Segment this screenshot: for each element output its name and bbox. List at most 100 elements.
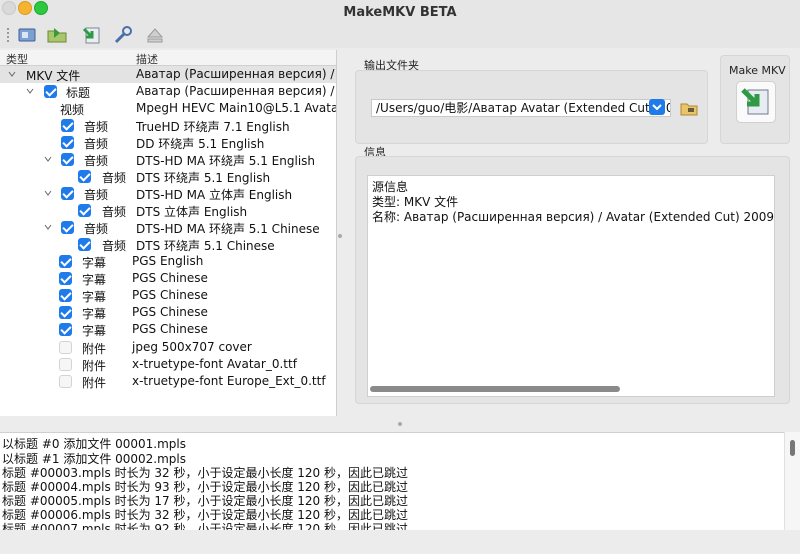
preferences-button[interactable] — [112, 25, 136, 47]
chevron-down-icon[interactable] — [44, 189, 52, 197]
track-checkbox[interactable] — [61, 153, 74, 166]
toolbar-grip — [7, 28, 9, 44]
tree-row-type: 视频 — [60, 103, 85, 117]
chevron-down-icon[interactable] — [44, 155, 52, 163]
tree-row-subtitle[interactable]: 字幕 PGS English — [0, 253, 336, 270]
track-checkbox[interactable] — [59, 272, 72, 285]
tree-row-desc: DTS 环绕声 5.1 Chinese — [136, 239, 275, 253]
scroll-thumb[interactable] — [370, 386, 620, 392]
tree-row-desc: DD 环绕声 5.1 English — [136, 137, 265, 151]
track-checkbox[interactable] — [59, 323, 72, 336]
tree-row-desc: DTS-HD MA 环绕声 5.1 English — [136, 154, 316, 168]
track-checkbox[interactable] — [59, 341, 72, 354]
tree-row-subtitle[interactable]: 字幕 PGS Chinese — [0, 304, 336, 321]
info-line: 名称: Аватар (Расширенная версия) / Avatar… — [372, 210, 775, 224]
tree-row-type: 音频 — [84, 154, 109, 168]
disc-drive-icon — [18, 28, 36, 42]
track-checkbox[interactable] — [59, 289, 72, 302]
tree-row-type: 字幕 — [82, 324, 107, 338]
track-checkbox[interactable] — [59, 375, 72, 388]
tree-row-subtitle[interactable]: 字幕 PGS Chinese — [0, 270, 336, 287]
path-dropdown-button[interactable] — [649, 99, 665, 115]
tree-row-audio-core[interactable]: 音频 DTS 立体声 English — [0, 202, 336, 219]
track-checkbox[interactable] — [61, 221, 74, 234]
browse-folder-button[interactable] — [678, 98, 700, 118]
tree-row-attachment[interactable]: 附件 x-truetype-font Avatar_0.ttf — [0, 356, 336, 373]
chevron-down-icon[interactable] — [26, 87, 34, 95]
log-vertical-scrollbar[interactable] — [784, 432, 800, 530]
tree-row-desc: x-truetype-font Avatar_0.ttf — [132, 357, 297, 371]
eject-button[interactable] — [144, 25, 168, 47]
tree-row-desc: PGS English — [132, 254, 204, 268]
track-checkbox[interactable] — [61, 187, 74, 200]
make-mkv-button[interactable] — [736, 81, 776, 123]
scroll-thumb[interactable] — [790, 440, 795, 456]
tree-row-audio[interactable]: 音频 TrueHD 环绕声 7.1 English — [0, 117, 336, 134]
tree-row-desc: TrueHD 环绕声 7.1 English — [136, 120, 290, 134]
tree-row-audio-core[interactable]: 音频 DTS 环绕声 5.1 Chinese — [0, 236, 336, 253]
tree-row-type: 字幕 — [82, 273, 107, 287]
info-group: 源信息 类型: MKV 文件 名称: Аватар (Расширенная в… — [355, 156, 790, 404]
folder-icon — [680, 103, 698, 116]
tree-row-type: MKV 文件 — [26, 69, 81, 83]
tree-row-audio-core[interactable]: 音频 DTS 环绕声 5.1 English — [0, 168, 336, 185]
tree-row-subtitle[interactable]: 字幕 PGS Chinese — [0, 321, 336, 338]
make-mkv-label: Make MKV — [729, 64, 786, 77]
track-checkbox[interactable] — [78, 238, 91, 251]
tree-row-type: 音频 — [84, 188, 109, 202]
tree-row-type: 字幕 — [82, 290, 107, 304]
info-horizontal-scrollbar[interactable] — [370, 384, 770, 392]
tree-row-desc: jpeg 500x707 cover — [132, 340, 252, 354]
output-folder-group: /Users/guo/电影/Аватар Avatar (Extended Cu… — [355, 70, 708, 144]
track-checkbox[interactable] — [61, 119, 74, 132]
chevron-down-icon[interactable] — [8, 70, 16, 78]
tree-row-type: 音频 — [102, 171, 127, 185]
tree-header: 类型 描述 — [0, 50, 336, 66]
log-view[interactable]: 以标题 #0 添加文件 00001.mpls 以标题 #1 添加文件 00002… — [0, 432, 800, 531]
track-checkbox[interactable] — [61, 136, 74, 149]
backup-button[interactable] — [80, 25, 104, 47]
tree-row-type: 附件 — [82, 342, 107, 356]
desc-column-header[interactable]: 描述 — [136, 51, 158, 67]
track-checkbox[interactable] — [59, 358, 72, 371]
title-bar: MakeMKV BETA — [0, 0, 800, 24]
tree-row-type: 附件 — [82, 359, 107, 373]
track-checkbox[interactable] — [78, 204, 91, 217]
tree-row-type: 标题 — [66, 86, 91, 100]
right-panel: 输出文件夹 /Users/guo/电影/Аватар Avatar (Exten… — [344, 50, 800, 416]
tree-row-audio[interactable]: 音频 DTS-HD MA 环绕声 5.1 Chinese — [0, 219, 336, 236]
tree-row-desc: MpegH HEVC Main10@L5.1 Avatar.200 — [136, 101, 337, 115]
track-checkbox[interactable] — [78, 170, 91, 183]
tree-row-desc: PGS Chinese — [132, 271, 208, 285]
tree-row-type: 字幕 — [82, 256, 107, 270]
type-column-header[interactable]: 类型 — [6, 51, 28, 67]
tree-row-video[interactable]: 视频 MpegH HEVC Main10@L5.1 Avatar.200 — [0, 100, 336, 117]
tree-row-mkv-file[interactable]: MKV 文件 Аватар (Расширенная версия) / Ava… — [0, 66, 336, 83]
tree-row-desc: DTS-HD MA 立体声 English — [136, 188, 293, 202]
track-checkbox[interactable] — [59, 306, 72, 319]
tree-row-type: 音频 — [102, 205, 127, 219]
tree-row-audio[interactable]: 音频 DD 环绕声 5.1 English — [0, 134, 336, 151]
tree-row-audio[interactable]: 音频 DTS-HD MA 立体声 English — [0, 185, 336, 202]
open-files-button[interactable] — [46, 25, 70, 47]
chevron-down-icon[interactable] — [44, 223, 52, 231]
log-splitter[interactable] — [0, 416, 800, 432]
info-textarea[interactable]: 源信息 类型: MKV 文件 名称: Аватар (Расширенная в… — [367, 175, 775, 397]
splitter-handle[interactable] — [338, 234, 342, 238]
title-checkbox[interactable] — [44, 85, 57, 98]
tree-row-attachment[interactable]: 附件 jpeg 500x707 cover — [0, 339, 336, 356]
tree-row-title[interactable]: 标题 Аватар (Расширенная версия) / Avata — [0, 83, 336, 100]
tree-row-attachment[interactable]: 附件 x-truetype-font Europe_Ext_0.ttf — [0, 373, 336, 390]
open-disc-button[interactable] — [16, 25, 40, 47]
output-path-field[interactable]: /Users/guo/电影/Аватар Avatar (Extended Cu… — [371, 99, 671, 117]
save-arrow-icon — [741, 88, 769, 115]
track-checkbox[interactable] — [59, 255, 72, 268]
tree-row-subtitle[interactable]: 字幕 PGS Chinese — [0, 287, 336, 304]
tree-row-audio[interactable]: 音频 DTS-HD MA 环绕声 5.1 English — [0, 151, 336, 168]
title-tree[interactable]: 类型 描述 MKV 文件 Аватар (Расширенная версия)… — [0, 50, 337, 416]
splitter-handle[interactable] — [398, 422, 402, 426]
tree-row-desc: PGS Chinese — [132, 322, 208, 336]
tree-row-type: 音频 — [84, 137, 109, 151]
status-bar — [0, 530, 800, 554]
app-window: MakeMKV BETA 类型 描述 MKV 文件 Аватар (Расшир… — [0, 0, 800, 554]
